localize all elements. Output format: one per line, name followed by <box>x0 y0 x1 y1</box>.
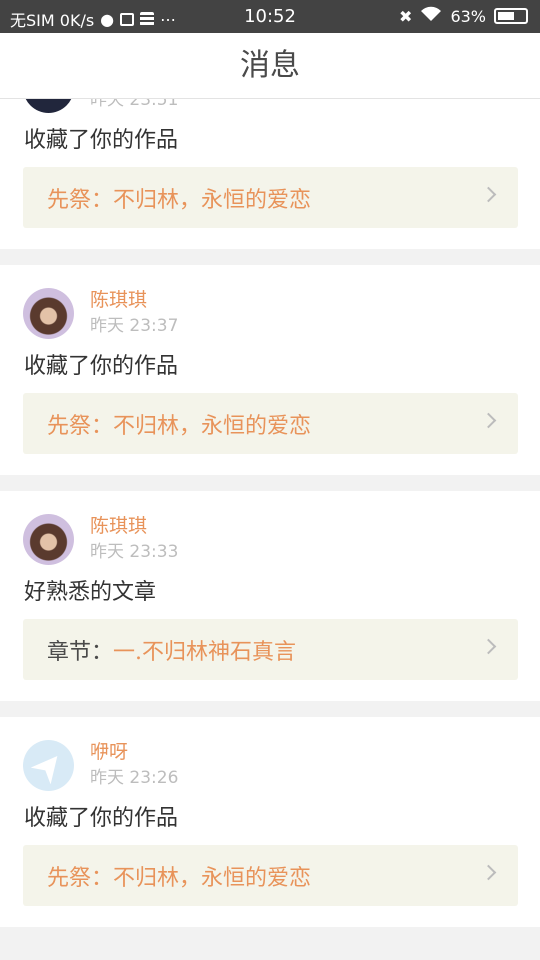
user-name[interactable]: 咿呀 <box>90 737 128 764</box>
work-title: 不归林，永恒的爱恋 <box>113 414 312 439</box>
mute-icon: ✖ <box>399 6 413 26</box>
work-link[interactable]: 先祭：不归林，永恒的爱恋 <box>23 845 518 906</box>
message-text: 收藏了你的作品 <box>24 806 179 831</box>
message-time: 昨天 23:26 <box>90 768 179 788</box>
battery-fill <box>498 12 515 20</box>
message-time: 昨天 23:37 <box>90 316 179 336</box>
work-prefix: 先祭： <box>47 866 114 891</box>
work-prefix: 先祭： <box>47 188 114 213</box>
status-bar: 无SIM 0K/s ● ⋯ 10:52 ✖ 63% <box>0 0 540 33</box>
message-card[interactable]: 陈琪琪 昨天 23:33 好熟悉的文章 章节：一.不归林神石真言 <box>0 491 540 701</box>
battery-percent: 63% <box>450 6 486 26</box>
chevron-right-icon <box>480 864 497 881</box>
avatar[interactable] <box>23 514 74 565</box>
work-link[interactable]: 章节：一.不归林神石真言 <box>23 619 518 680</box>
message-time: 昨天 23:51 <box>90 99 179 110</box>
work-prefix: 先祭： <box>47 414 114 439</box>
message-card[interactable]: 昨天 23:51 收藏了你的作品 先祭：不归林，永恒的爱恋 <box>0 99 540 249</box>
avatar[interactable] <box>23 740 74 791</box>
page-title: 消息 <box>240 48 300 83</box>
work-title: 不归林，永恒的爱恋 <box>113 188 312 213</box>
work-link[interactable]: 先祭：不归林，永恒的爱恋 <box>23 167 518 228</box>
work-title: 不归林，永恒的爱恋 <box>113 866 312 891</box>
user-name[interactable]: 陈琪琪 <box>90 285 147 312</box>
wifi-icon <box>420 6 442 26</box>
message-text: 收藏了你的作品 <box>24 128 179 153</box>
message-text: 收藏了你的作品 <box>24 354 179 379</box>
avatar[interactable] <box>23 288 74 339</box>
avatar[interactable] <box>23 99 74 113</box>
status-right: ✖ 63% <box>399 6 528 26</box>
paper-plane-icon <box>30 747 67 784</box>
page-header: 消息 <box>0 33 540 99</box>
user-name[interactable]: 陈琪琪 <box>90 511 147 538</box>
message-card[interactable]: 咿呀 昨天 23:26 收藏了你的作品 先祭：不归林，永恒的爱恋 <box>0 717 540 927</box>
battery-icon <box>494 8 528 24</box>
message-card[interactable]: 陈琪琪 昨天 23:37 收藏了你的作品 先祭：不归林，永恒的爱恋 <box>0 265 540 475</box>
work-title: 一.不归林神石真言 <box>113 640 297 665</box>
chevron-right-icon <box>480 186 497 203</box>
work-prefix: 章节： <box>47 640 114 665</box>
work-link[interactable]: 先祭：不归林，永恒的爱恋 <box>23 393 518 454</box>
message-text: 好熟悉的文章 <box>24 580 157 605</box>
chevron-right-icon <box>480 638 497 655</box>
chevron-right-icon <box>480 412 497 429</box>
message-list[interactable]: 昨天 23:51 收藏了你的作品 先祭：不归林，永恒的爱恋 陈琪琪 昨天 23:… <box>0 99 540 960</box>
message-time: 昨天 23:33 <box>90 542 179 562</box>
